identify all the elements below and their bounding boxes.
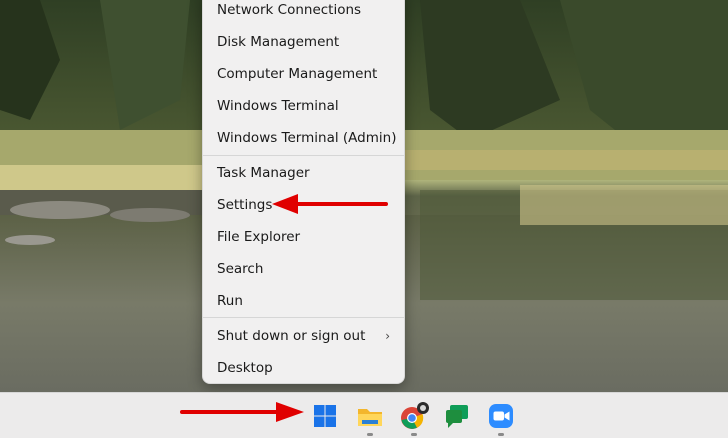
running-indicator [498, 433, 504, 436]
menu-separator [203, 317, 404, 318]
chrome-icon [401, 402, 429, 429]
chat-taskbar-button[interactable] [441, 400, 473, 432]
annotation-arrow-start [180, 402, 304, 422]
menu-item-shut-down-label: Shut down or sign out [217, 328, 366, 344]
menu-separator [203, 155, 404, 156]
menu-item-computer-management[interactable]: Computer Management [203, 59, 404, 89]
chevron-right-icon: › [385, 329, 390, 343]
menu-item-file-explorer[interactable]: File Explorer [203, 222, 404, 252]
menu-item-disk-management[interactable]: Disk Management [203, 27, 404, 57]
menu-item-desktop[interactable]: Desktop [203, 353, 404, 383]
running-indicator [367, 433, 373, 436]
menu-item-run[interactable]: Run [203, 286, 404, 316]
menu-item-shut-down[interactable]: Shut down or sign out › [203, 321, 404, 351]
file-explorer-taskbar-button[interactable] [354, 400, 386, 436]
annotation-arrow-settings [272, 194, 388, 214]
running-indicator [411, 433, 417, 436]
chat-icon [446, 405, 468, 428]
menu-item-task-manager[interactable]: Task Manager [203, 158, 404, 188]
start-button[interactable] [309, 400, 341, 432]
zoom-taskbar-button[interactable] [485, 400, 517, 436]
zoom-icon [489, 404, 513, 428]
menu-item-search[interactable]: Search [203, 254, 404, 284]
menu-item-windows-terminal-admin[interactable]: Windows Terminal (Admin) [203, 123, 404, 153]
chrome-taskbar-button[interactable] [398, 400, 430, 436]
file-explorer-icon [358, 409, 382, 426]
start-icon [314, 405, 336, 427]
winx-context-menu: Network Connections Disk Management Comp… [202, 0, 405, 384]
menu-item-network-connections[interactable]: Network Connections [203, 0, 404, 25]
menu-item-windows-terminal[interactable]: Windows Terminal [203, 91, 404, 121]
taskbar [0, 392, 728, 438]
